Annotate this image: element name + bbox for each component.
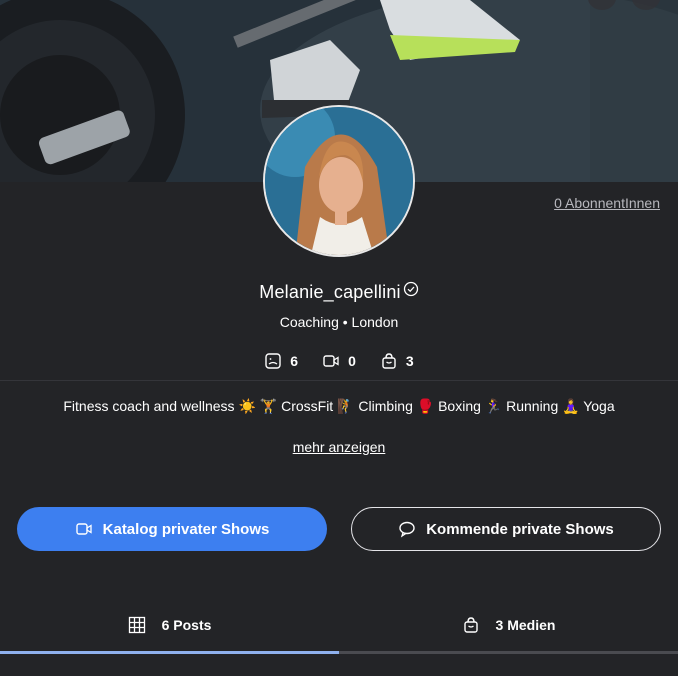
grid-icon	[128, 616, 145, 634]
avatar[interactable]	[263, 105, 415, 257]
catalog-private-shows-button[interactable]: Katalog privater Shows	[17, 507, 327, 551]
profile-meta: Coaching • London	[279, 314, 399, 330]
tab-posts-label: 6 Posts	[161, 617, 212, 633]
subscribers-link[interactable]: 0 AbonnentInnen	[554, 195, 660, 211]
media-count: 3	[405, 353, 414, 369]
bag-icon	[382, 353, 396, 369]
stats-row: 6 0 3	[0, 352, 678, 370]
tab-posts[interactable]: 6 Posts	[0, 608, 339, 642]
tab-media-label: 3 Medien	[495, 617, 556, 633]
username: Melanie_capellini	[259, 282, 401, 302]
videos-count: 0	[348, 353, 356, 369]
catalog-button-label: Katalog privater Shows	[102, 520, 270, 538]
tab-indicator-active	[0, 651, 339, 654]
bio-text: Fitness coach and wellness ☀️ 🏋️ CrossFi…	[63, 398, 615, 414]
tab-media[interactable]: 3 Medien	[339, 608, 678, 642]
bag-icon	[463, 617, 478, 633]
upcoming-private-shows-button[interactable]: Kommende private Shows	[351, 507, 661, 551]
posts-icon	[265, 353, 281, 369]
posts-count: 6	[290, 353, 299, 369]
verified-icon	[403, 281, 418, 296]
content-tabs: 6 Posts 3 Medien	[0, 608, 678, 642]
stat-posts: 6	[264, 352, 298, 370]
video-icon	[323, 355, 339, 367]
username-row: Melanie_capellini	[0, 281, 678, 303]
show-more-link[interactable]: mehr anzeigen	[0, 439, 678, 455]
stat-videos: 0	[322, 352, 356, 370]
video-icon	[75, 523, 92, 535]
divider	[0, 380, 678, 381]
stat-media: 3	[380, 352, 414, 370]
chat-bubble-icon	[399, 521, 415, 538]
upcoming-button-label: Kommende private Shows	[426, 520, 614, 538]
